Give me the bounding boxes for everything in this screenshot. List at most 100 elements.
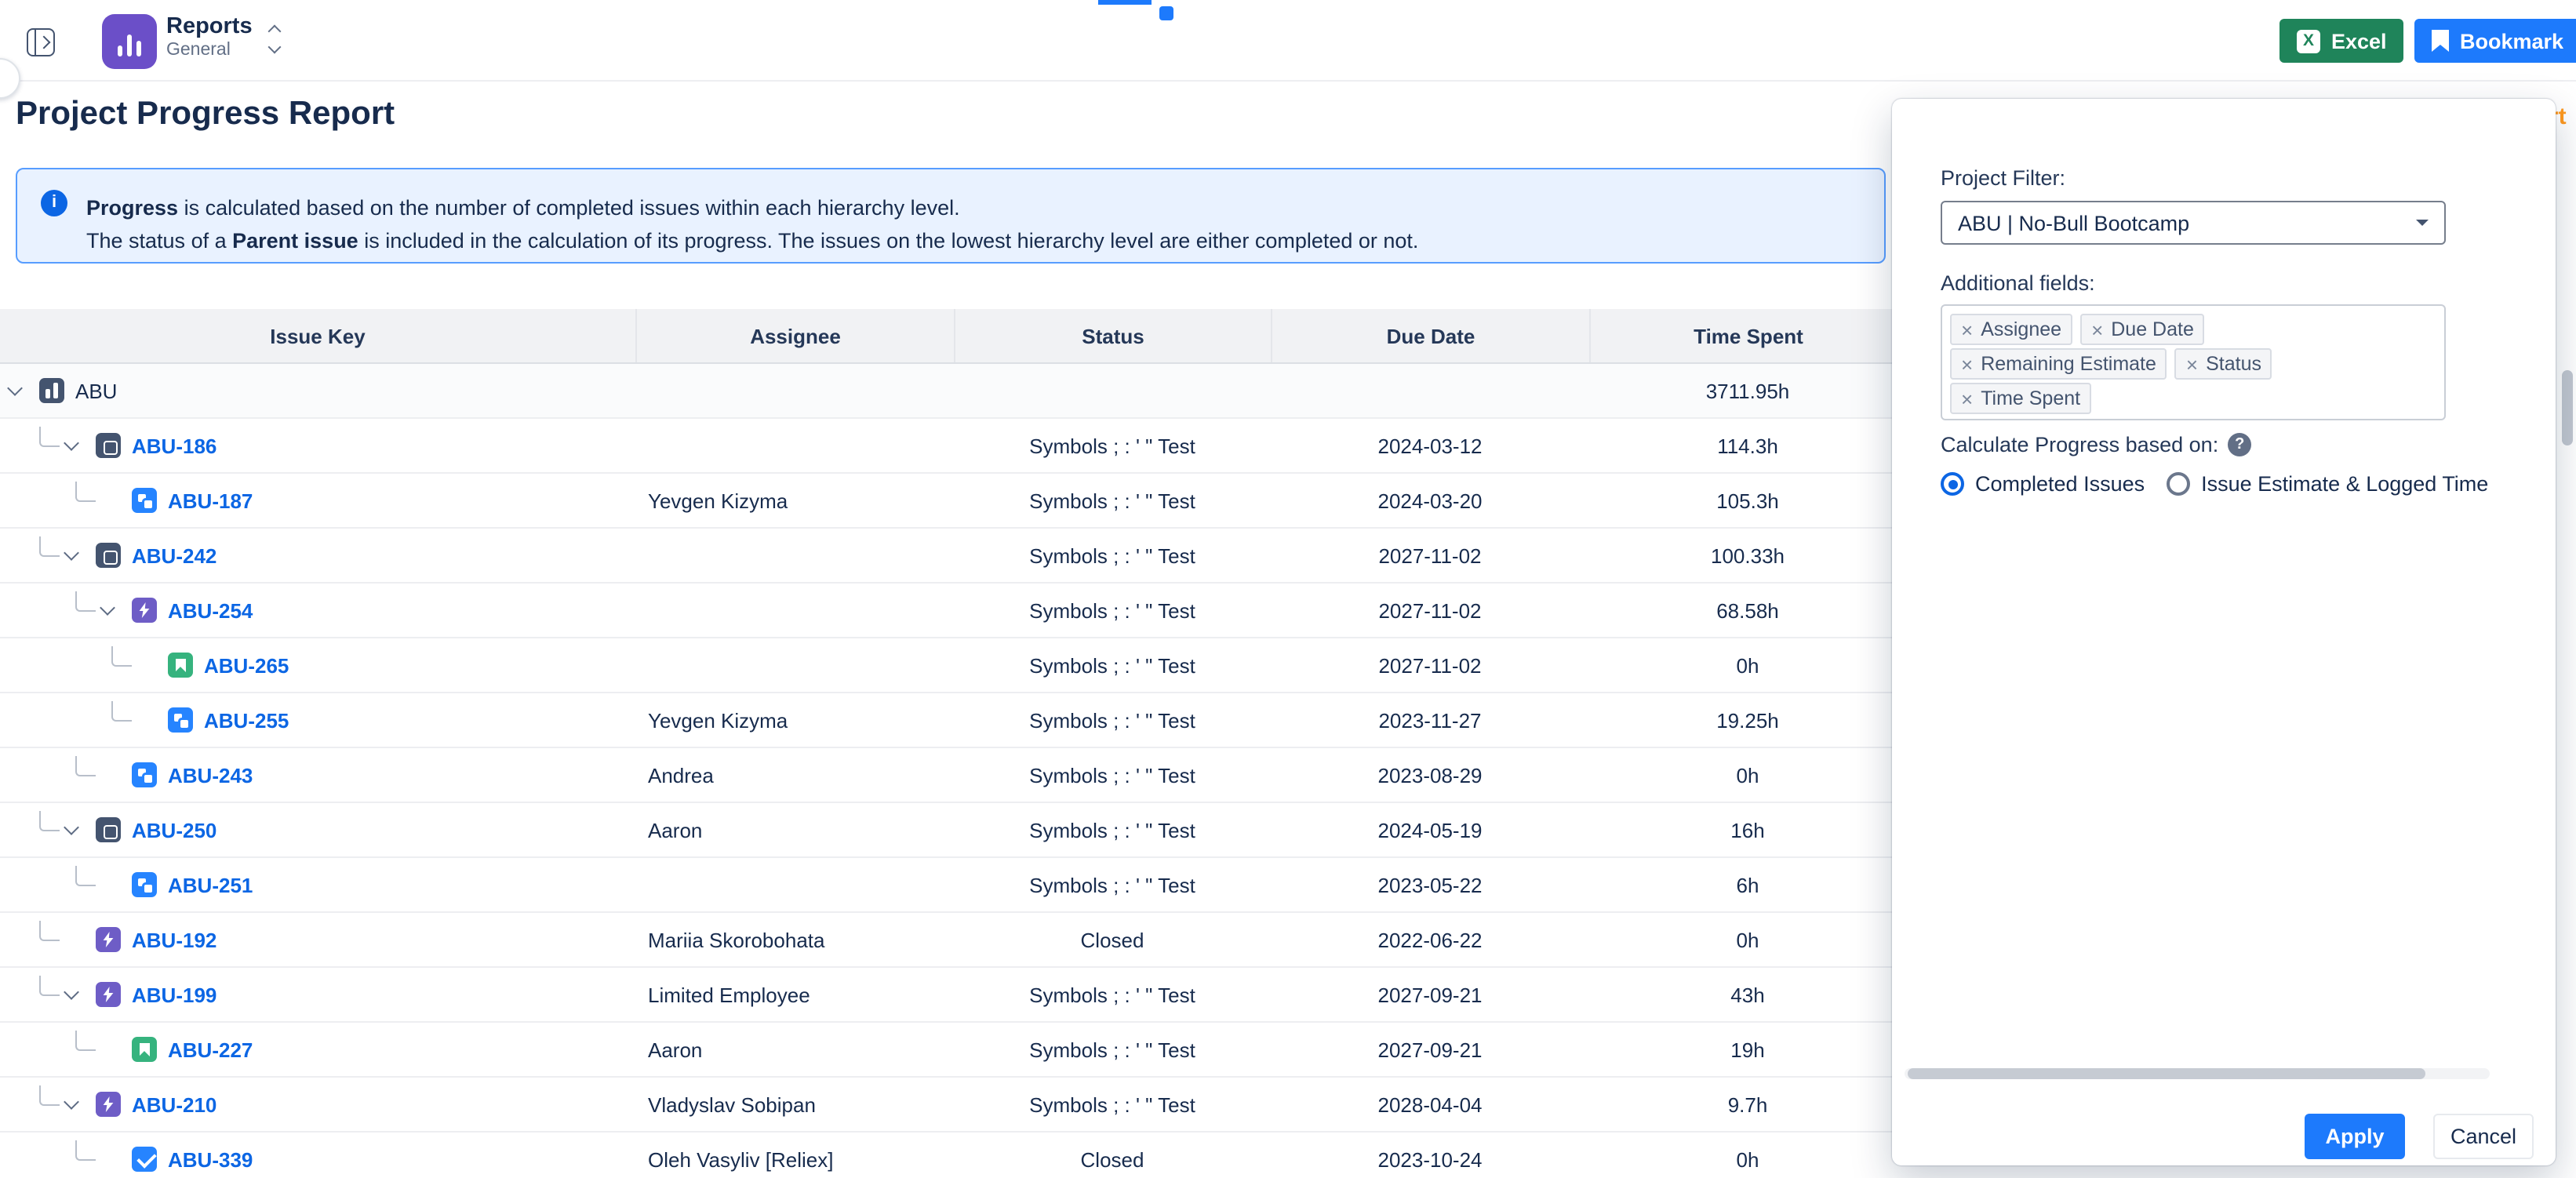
sidebar-toggle-icon[interactable] (27, 28, 55, 56)
field-tag[interactable]: ×Due Date (2080, 314, 2205, 345)
table-row[interactable]: ABU-199 Limited Employee Symbols ; : ' "… (0, 968, 1906, 1023)
due-date-cell (1271, 364, 1589, 417)
remove-tag-icon[interactable]: × (2186, 354, 2198, 374)
table-row[interactable]: ABU-192 Mariia Skorobohata Closed 2022-0… (0, 913, 1906, 968)
due-date-cell: 2024-03-12 (1271, 419, 1589, 472)
issue-key-link[interactable]: ABU-251 (168, 873, 253, 896)
issue-key-cell: ABU-199 (0, 968, 635, 1021)
table-row[interactable]: ABU-186 Symbols ; : ' " Test 2024-03-12 … (0, 419, 1906, 474)
table-row[interactable]: ABU-254 Symbols ; : ' " Test 2027-11-02 … (0, 584, 1906, 638)
additional-fields-label: Additional fields: (1941, 271, 2095, 295)
issue-key-cell: ABU-186 (0, 419, 635, 472)
table-row[interactable]: ABU-251 Symbols ; : ' " Test 2023-05-22 … (0, 858, 1906, 913)
radio-option[interactable]: Completed Issues (1941, 472, 2145, 496)
chevron-down-icon[interactable] (64, 435, 79, 451)
chevron-down-icon[interactable] (64, 984, 79, 1000)
additional-fields-box[interactable]: × Assignee ×Due Date×Remaining Estimate×St… (1941, 304, 2446, 420)
cancel-button[interactable]: Cancel (2433, 1114, 2534, 1159)
chevron-down-icon[interactable] (7, 380, 23, 396)
issue-key-link[interactable]: ABU-265 (204, 653, 289, 677)
issue-type-icon (132, 762, 157, 787)
chevron-down-icon[interactable] (64, 545, 79, 561)
issue-type-icon (96, 927, 121, 952)
status-cell: Symbols ; : ' " Test (954, 419, 1271, 472)
field-tag[interactable]: ×Remaining Estimate (1950, 348, 2167, 380)
apply-button[interactable]: Apply (2305, 1114, 2405, 1159)
remove-tag-icon[interactable]: × (1961, 319, 1973, 340)
issue-key-link[interactable]: ABU-192 (132, 928, 216, 951)
project-filter-select[interactable]: ABU | No-Bull Bootcamp (1941, 201, 2446, 245)
issue-key-link[interactable]: ABU-339 (168, 1147, 253, 1171)
tree-connector (39, 1085, 60, 1105)
table-row[interactable]: ABU-243 Andrea Symbols ; : ' " Test 2023… (0, 748, 1906, 803)
field-tag[interactable]: ×Time Spent (1950, 383, 2091, 414)
collapse-expand-icon[interactable] (270, 27, 279, 52)
chevron-down-icon (2416, 220, 2429, 232)
table-row[interactable]: ABU-242 Symbols ; : ' " Test 2027-11-02 … (0, 529, 1906, 584)
app-switcher[interactable]: Reports General (166, 14, 253, 63)
help-icon[interactable] (2228, 433, 2251, 456)
panel-horizontal-scrollbar[interactable] (1905, 1068, 2490, 1079)
issue-key-link[interactable]: ABU-250 (132, 818, 216, 842)
issue-key-cell: ABU-265 (0, 638, 635, 692)
issue-key-link[interactable]: ABU-210 (132, 1093, 216, 1116)
field-tag[interactable]: × Assignee (1950, 314, 2072, 345)
chevron-slot (66, 1101, 96, 1107)
table-row[interactable]: ABU-187 Yevgen Kizyma Symbols ; : ' " Te… (0, 474, 1906, 529)
radio-selected-icon[interactable] (1941, 472, 1964, 496)
page-scrollbar-thumb[interactable] (2562, 370, 2573, 445)
column-header-issue-key[interactable]: Issue Key (0, 309, 635, 362)
status-cell: Symbols ; : ' " Test (954, 803, 1271, 856)
chevron-down-icon[interactable] (64, 820, 79, 835)
status-cell: Symbols ; : ' " Test (954, 1023, 1271, 1076)
issue-key-link[interactable]: ABU-187 (168, 489, 253, 512)
banner-line-1: Progress is calculated based on the numb… (86, 191, 1859, 224)
table-row[interactable]: ABU-265 Symbols ; : ' " Test 2027-11-02 … (0, 638, 1906, 693)
issue-key-link[interactable]: ABU-243 (168, 763, 253, 787)
status-cell: Symbols ; : ' " Test (954, 584, 1271, 637)
column-header-time-spent[interactable]: Time Spent (1589, 309, 1906, 362)
scrollbar-thumb[interactable] (1908, 1068, 2425, 1079)
issue-type-icon (132, 872, 157, 897)
remove-tag-icon[interactable]: × (1961, 388, 1973, 409)
column-header-status[interactable]: Status (954, 309, 1271, 362)
assignee-cell: Mariia Skorobohata (635, 913, 954, 966)
table-row[interactable]: ABU-227 Aaron Symbols ; : ' " Test 2027-… (0, 1023, 1906, 1078)
field-tag-label: Assignee (1981, 318, 2061, 340)
bar-chart-icon (127, 35, 133, 56)
excel-export-button[interactable]: Excel (2279, 19, 2404, 63)
issue-key-cell: ABU-192 (0, 913, 635, 966)
table-row[interactable]: ABU-250 Aaron Symbols ; : ' " Test 2024-… (0, 803, 1906, 858)
issue-key-link[interactable]: ABU-255 (204, 708, 289, 732)
chevron-down-icon[interactable] (64, 1094, 79, 1110)
column-header-assignee[interactable]: Assignee (635, 309, 954, 362)
assignee-cell (635, 529, 954, 582)
remove-tag-icon[interactable]: × (2091, 319, 2103, 340)
radio-option[interactable]: Issue Estimate & Logged Time (2167, 472, 2488, 496)
reports-app-logo[interactable] (102, 14, 157, 69)
issue-key-link[interactable]: ABU-254 (168, 598, 253, 622)
table-row[interactable]: ABU 3711.95h (0, 364, 1906, 419)
issue-key-link[interactable]: ABU-186 (132, 434, 216, 457)
issue-key-cell: ABU-250 (0, 803, 635, 856)
radio-unselected-icon[interactable] (2167, 472, 2190, 496)
issue-key-link[interactable]: ABU-242 (132, 544, 216, 567)
due-date-cell: 2023-08-29 (1271, 748, 1589, 802)
table-row[interactable]: ABU-255 Yevgen Kizyma Symbols ; : ' " Te… (0, 693, 1906, 748)
radio-label: Completed Issues (1975, 472, 2145, 496)
column-header-due-date[interactable]: Due Date (1271, 309, 1589, 362)
issue-key-link[interactable]: ABU-227 (168, 1038, 253, 1061)
time-spent-cell: 105.3h (1589, 474, 1906, 527)
tree-connector (75, 755, 96, 776)
issue-type-icon (132, 1147, 157, 1172)
assignee-cell: Aaron (635, 803, 954, 856)
remove-tag-icon[interactable]: × (1961, 354, 1973, 374)
chevron-down-icon[interactable] (100, 600, 115, 616)
issue-key-link[interactable]: ABU-199 (132, 983, 216, 1006)
table-row[interactable]: ABU-339 Oleh Vasyliv [Reliex] Closed 202… (0, 1133, 1906, 1178)
status-cell: Symbols ; : ' " Test (954, 474, 1271, 527)
field-tag[interactable]: ×Status (2175, 348, 2272, 380)
table-row[interactable]: ABU-210 Vladyslav Sobipan Symbols ; : ' … (0, 1078, 1906, 1133)
tree-connector (75, 591, 96, 611)
bookmark-button[interactable]: Bookmark (2414, 19, 2576, 63)
